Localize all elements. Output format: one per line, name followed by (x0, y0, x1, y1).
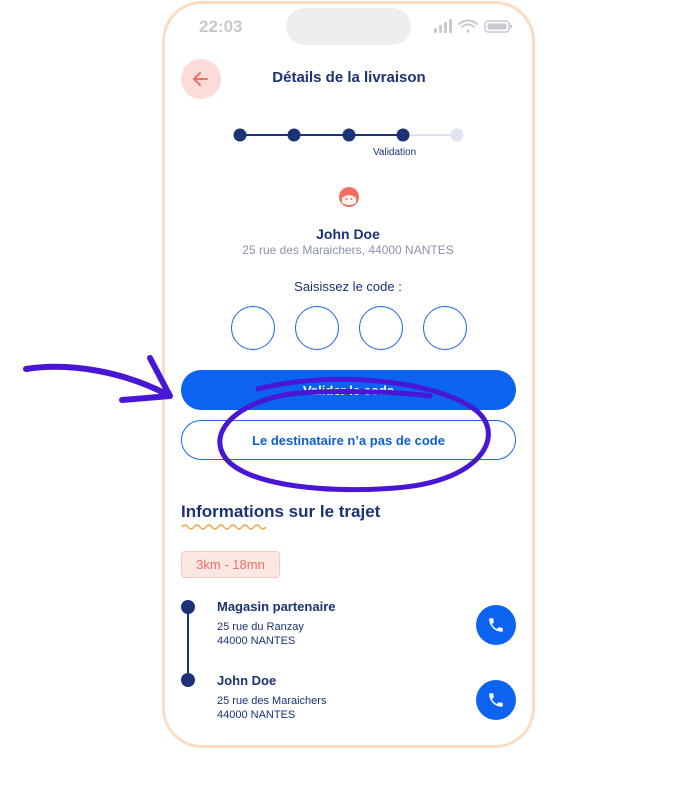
call-store-button[interactable] (476, 605, 516, 645)
distance-time-badge: 3km - 18mn (181, 551, 280, 578)
phone-icon (489, 618, 503, 632)
signal-icon (434, 19, 452, 33)
progress-stepper (233, 128, 464, 142)
page-title: Détails de la livraison (272, 69, 426, 86)
wifi-icon (458, 19, 478, 33)
annotation-arrow (23, 363, 171, 398)
arrow-left-icon (193, 72, 208, 86)
dynamic-island (286, 8, 411, 45)
no-code-button[interactable]: Le destinataire n’a pas de code (181, 420, 516, 460)
stop-name: Magasin partenaire (217, 599, 336, 614)
stop-city: 44000 NANTES (217, 709, 296, 721)
stop-street: 25 rue des Maraichers (217, 695, 327, 707)
step-dot (342, 128, 356, 142)
status-time: 22:03 (199, 17, 243, 36)
stop-city: 44000 NANTES (217, 635, 296, 647)
step-dot (287, 128, 301, 142)
status-icons (434, 19, 512, 33)
code-digit-3[interactable] (359, 306, 403, 350)
battery-icon (484, 20, 512, 33)
phone-icon (489, 693, 503, 707)
validate-code-label: Valider le code (302, 382, 395, 398)
timeline-dot (181, 673, 195, 687)
trip-section-title: Informations sur le trajet (181, 502, 381, 521)
title-underline-squiggle (181, 524, 267, 530)
recipient-name: John Doe (316, 226, 380, 242)
code-label: Saisissez le code : (294, 279, 402, 294)
code-digit-2[interactable] (295, 306, 339, 350)
stop-name: John Doe (217, 673, 277, 688)
call-recipient-button[interactable] (476, 680, 516, 720)
step-label: Validation (373, 147, 417, 158)
no-code-label: Le destinataire n’a pas de code (252, 432, 445, 448)
back-button[interactable] (181, 59, 221, 99)
recipient-address: 25 rue des Maraichers, 44000 NANTES (242, 243, 454, 257)
validate-code-button[interactable]: Valider le code (181, 370, 516, 410)
code-digit-1[interactable] (231, 306, 275, 350)
code-digit-4[interactable] (423, 306, 467, 350)
avatar-icon (339, 187, 359, 207)
timeline-dot (181, 600, 195, 614)
step-dot (233, 128, 247, 142)
step-dot (396, 128, 410, 142)
stop-street: 25 rue du Ranzay (217, 621, 304, 633)
step-dot (450, 128, 464, 142)
route-timeline (181, 600, 195, 687)
